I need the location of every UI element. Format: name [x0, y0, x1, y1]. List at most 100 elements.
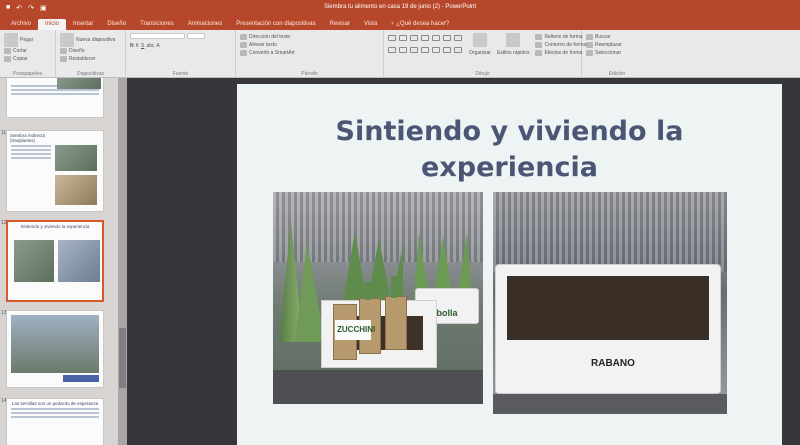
- font-group-label: Fuente: [172, 71, 189, 77]
- slide-thumbnail-10[interactable]: [6, 78, 104, 118]
- select-button[interactable]: Seleccionar: [586, 49, 648, 57]
- thumbnail-image: [57, 78, 101, 89]
- reset-icon: [60, 56, 67, 62]
- effects-icon: [535, 50, 543, 56]
- quick-styles-icon: [506, 33, 521, 47]
- thumbnail-image: [55, 145, 97, 171]
- font-group: N K S abc A Fuente: [126, 30, 236, 78]
- paragraph-group: Dirección del texto Alinear texto Conver…: [236, 30, 384, 78]
- smartart-button[interactable]: Convertir a SmartArt: [240, 49, 379, 57]
- planter-soil: [507, 276, 709, 340]
- smartart-icon: [240, 50, 247, 56]
- left-photo[interactable]: Cebolla ZUCCHINI: [273, 192, 483, 404]
- balcony-ledge: [273, 370, 483, 404]
- copy-button[interactable]: Copiar: [4, 55, 51, 63]
- italic-icon[interactable]: K: [136, 42, 139, 50]
- pen-outline-icon: [535, 42, 543, 48]
- slides-group: Nueva diapositiva Diseño Restablecer Dia…: [56, 30, 126, 78]
- label-zucchini: ZUCCHINI: [337, 325, 376, 334]
- font-name-select[interactable]: [130, 33, 231, 39]
- copy-icon: [4, 56, 11, 62]
- slide-thumbnail-14[interactable]: Las semillas son un pedacito de esperanz…: [6, 398, 104, 445]
- shape-effects-button[interactable]: Efectos de forma: [535, 49, 586, 57]
- new-slide-button[interactable]: Nueva diapositiva: [60, 33, 121, 47]
- balcony-ledge: [493, 394, 727, 414]
- reset-button[interactable]: Restablecer: [60, 55, 121, 63]
- paragraph-group-label: Párrafo: [301, 71, 318, 77]
- slide-thumbnail-pane[interactable]: 11 Siembra indirecta (trasplantes) 12 Si…: [0, 78, 118, 445]
- align-icon: [240, 42, 247, 48]
- thumbnail-image: [11, 315, 99, 373]
- tab-inicio[interactable]: Inicio: [38, 19, 67, 30]
- thumbnail-image: [55, 175, 97, 205]
- find-button[interactable]: Buscar: [586, 33, 648, 41]
- strike-icon[interactable]: abc: [146, 42, 154, 50]
- replace-icon: [586, 42, 593, 48]
- thumbnail-caption-bar: [63, 375, 99, 382]
- current-slide[interactable]: Sintiendo y viviendo la experiencia Cebo…: [237, 84, 782, 445]
- editing-group-label: Edición: [608, 71, 626, 77]
- scrollbar-thumb[interactable]: [119, 328, 126, 388]
- font-format-row: N K S abc A: [130, 42, 231, 50]
- title-bar: ■ ↶ ↷ ▣ Siembra tu alimento en casa 19 d…: [0, 0, 800, 16]
- tell-me-label: ¿Qué desea hacer?: [396, 21, 450, 27]
- tab-diseno[interactable]: Diseño: [100, 19, 133, 30]
- shape-fill-button[interactable]: Relleno de forma: [535, 33, 586, 41]
- thumbnail-title: Las semillas son un pedacito de esperanz…: [11, 401, 99, 406]
- layout-button[interactable]: Diseño: [60, 47, 121, 55]
- bold-icon[interactable]: N: [130, 42, 134, 50]
- window-title: Siembra tu alimento en casa 19 de junio …: [323, 4, 477, 10]
- cut-button[interactable]: Cortar: [4, 47, 51, 55]
- paper-pot: [385, 296, 407, 350]
- tab-insertar[interactable]: Insertar: [66, 19, 100, 30]
- clipboard-group: Pegar Cortar Copiar Portapapeles: [0, 30, 56, 78]
- paste-icon: [4, 33, 18, 47]
- new-slide-icon: [60, 33, 74, 47]
- layout-icon: [60, 48, 67, 54]
- text-direction-icon: [240, 34, 247, 40]
- cursor-icon: [586, 50, 593, 56]
- scissors-icon: [4, 48, 11, 54]
- lightbulb-icon: ♀: [390, 21, 395, 27]
- replace-button[interactable]: Reemplazar: [586, 41, 648, 49]
- text-direction-button[interactable]: Dirección del texto: [240, 33, 379, 41]
- font-size-select[interactable]: [187, 33, 205, 39]
- slide-thumbnail-12[interactable]: Sintiendo y viviendo la experiencia: [6, 220, 104, 302]
- paste-button[interactable]: Pegar: [4, 33, 51, 47]
- align-text-button[interactable]: Alinear texto: [240, 41, 379, 49]
- slide-title[interactable]: Sintiendo y viviendo la experiencia: [237, 114, 782, 186]
- drawing-group-label: Dibujo: [475, 71, 490, 77]
- fill-bucket-icon: [535, 34, 543, 40]
- arrange-icon: [472, 33, 487, 47]
- quick-styles-button[interactable]: Estilos rápidos: [497, 33, 529, 57]
- thumbnail-title: Siembra indirecta (trasplantes): [10, 133, 46, 143]
- tab-archivo[interactable]: Archivo: [4, 19, 38, 30]
- slide-workspace: Sintiendo y viviendo la experiencia Cebo…: [127, 78, 800, 445]
- clipboard-group-label: Portapapeles: [12, 71, 43, 77]
- tell-me-search[interactable]: ♀ ¿Qué desea hacer?: [384, 19, 455, 30]
- ribbon-tabs: Archivo Inicio Insertar Diseño Transicio…: [0, 16, 800, 30]
- shapes-gallery[interactable]: [388, 35, 463, 57]
- slide-thumbnail-13[interactable]: [6, 310, 104, 388]
- arrange-button[interactable]: Organizar: [469, 33, 491, 57]
- slides-group-label: Diapositivas: [77, 71, 104, 77]
- tab-revisar[interactable]: Revisar: [323, 19, 357, 30]
- tab-vista[interactable]: Vista: [357, 19, 384, 30]
- editing-group: Buscar Reemplazar Seleccionar Edición: [582, 30, 652, 78]
- label-rabano: RABANO: [591, 358, 635, 369]
- tab-animaciones[interactable]: Animaciones: [181, 19, 229, 30]
- tab-transiciones[interactable]: Transiciones: [133, 19, 181, 30]
- search-icon: [586, 34, 593, 40]
- underline-icon[interactable]: S: [141, 42, 144, 50]
- font-color-icon[interactable]: A: [156, 42, 159, 50]
- tab-presentacion[interactable]: Presentación con diapositivas: [229, 19, 322, 30]
- slide-title-line2: experiencia: [421, 152, 598, 183]
- drawing-group: Organizar Estilos rápidos Relleno de for…: [384, 30, 586, 78]
- shape-outline-button[interactable]: Contorno de forma: [535, 41, 586, 49]
- right-photo[interactable]: RABANO: [493, 192, 727, 414]
- thumbnail-scrollbar[interactable]: [118, 78, 127, 445]
- thumbnail-image: [14, 240, 54, 282]
- slide-title-line1: Sintiendo y viviendo la: [335, 116, 684, 147]
- slide-thumbnail-11[interactable]: Siembra indirecta (trasplantes): [6, 130, 104, 212]
- thumbnail-title: Sintiendo y viviendo la experiencia: [20, 224, 90, 229]
